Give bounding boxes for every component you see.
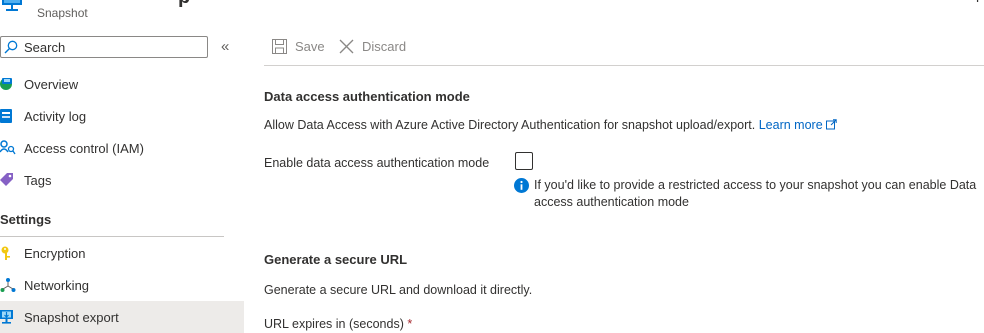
resource-type-label: Snapshot <box>37 6 88 20</box>
secure-url-heading: Generate a secure URL <box>264 252 408 267</box>
sidebar-item-tags[interactable]: Tags <box>0 164 244 196</box>
url-expires-text: URL expires in (seconds) <box>264 317 404 331</box>
tag-icon <box>0 171 24 189</box>
sidebar-item-label: Encryption <box>24 245 86 261</box>
data-access-heading: Data access authentication mode <box>264 89 470 104</box>
toolbar-divider <box>264 65 984 66</box>
search-icon <box>4 40 18 54</box>
sidebar-item-label: Activity log <box>24 108 87 124</box>
required-marker: * <box>407 317 413 331</box>
save-icon <box>272 39 287 54</box>
header-right-text: p <box>976 0 984 2</box>
data-access-description: Allow Data Access with Azure Active Dire… <box>264 118 837 132</box>
external-link-icon <box>826 119 837 130</box>
sidebar-item-label: Tags <box>24 172 52 188</box>
sidebar-item-iam[interactable]: Access control (IAM) <box>0 132 244 164</box>
sidebar-item-encryption[interactable]: Encryption <box>0 237 244 269</box>
search-input[interactable]: Search <box>0 36 208 58</box>
sidebar-item-networking[interactable]: Networking <box>0 269 244 301</box>
networking-icon <box>0 276 24 294</box>
sidebar-item-activity-log[interactable]: Activity log <box>0 100 244 132</box>
search-label: Search <box>24 40 66 55</box>
sidebar-item-label: Access control (IAM) <box>24 140 144 156</box>
secure-url-description: Generate a secure URL and download it di… <box>264 283 533 297</box>
info-message: If you'd like to provide a restricted ac… <box>534 178 977 209</box>
sidebar-section-settings: Settings <box>0 212 52 227</box>
enable-auth-checkbox[interactable] <box>515 152 533 170</box>
snapshot-resource-icon <box>2 0 22 11</box>
learn-more-link[interactable]: Learn more <box>759 118 837 132</box>
sidebar-item-label: Overview <box>24 76 79 92</box>
snapshot-export-icon <box>0 308 24 326</box>
save-button[interactable]: Save <box>272 39 325 54</box>
iam-icon <box>0 139 24 157</box>
collapse-sidebar-icon[interactable]: « <box>221 38 229 56</box>
sidebar-item-label: Snapshot export <box>24 309 119 325</box>
url-expires-label: URL expires in (seconds) * <box>264 317 412 331</box>
save-label: Save <box>295 39 325 54</box>
sidebar-item-snapshot-export[interactable]: Snapshot export <box>0 301 244 333</box>
overview-icon <box>0 75 24 93</box>
sidebar-item-overview[interactable]: Overview <box>0 68 244 100</box>
activity-log-icon <box>0 107 24 125</box>
enable-auth-label: Enable data access authentication mode <box>264 156 490 170</box>
description-text: Allow Data Access with Azure Active Dire… <box>264 118 756 132</box>
discard-label: Discard <box>362 39 407 54</box>
discard-button[interactable]: Discard <box>339 39 406 54</box>
close-icon <box>339 39 354 54</box>
key-icon <box>0 244 24 262</box>
info-icon <box>514 178 529 193</box>
sidebar-item-label: Networking <box>24 277 90 293</box>
page-title: p <box>178 0 190 9</box>
